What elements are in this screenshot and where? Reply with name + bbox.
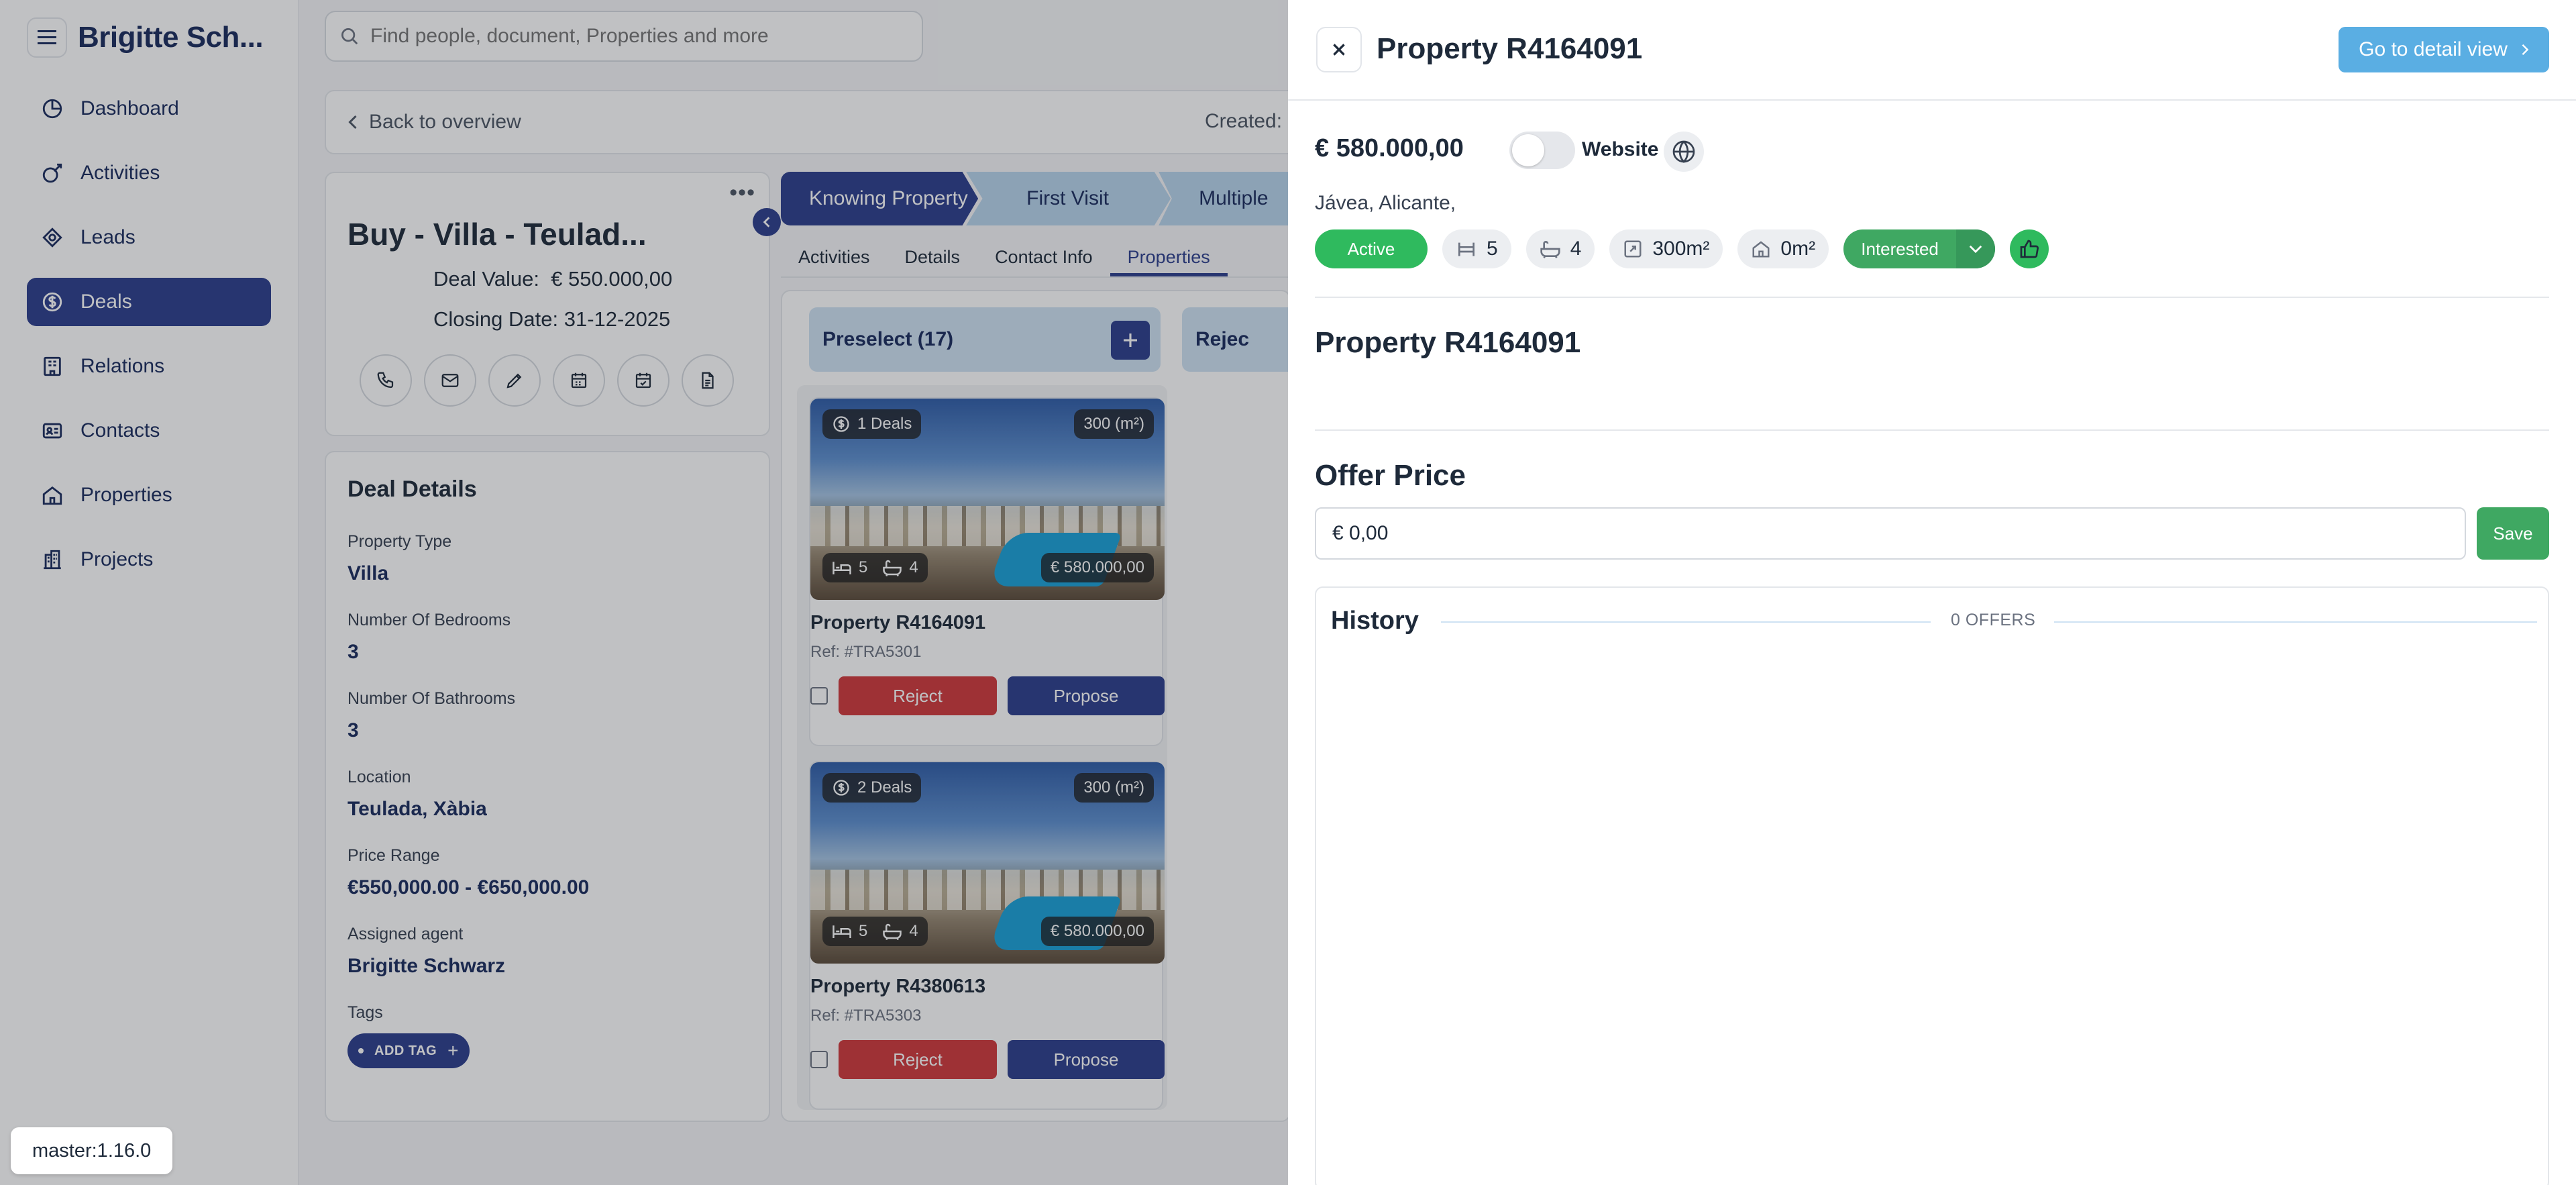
bathrooms-chip: 4 — [1525, 229, 1595, 268]
history-title: History — [1331, 607, 1419, 635]
property-location: Jávea, Alicante, — [1315, 192, 1456, 214]
divider — [1315, 297, 2549, 298]
chevron-right-icon — [2522, 44, 2529, 56]
offer-price-input[interactable]: € 0,00 — [1315, 507, 2466, 560]
beds-count: 5 — [1487, 238, 1498, 260]
detail-button-label: Go to detail view — [2359, 38, 2508, 60]
offer-price-heading: Offer Price — [1315, 459, 1466, 492]
divider — [1315, 429, 2549, 431]
thumbs-up-icon — [2020, 240, 2039, 258]
drawer-header: Property R4164091 Go to detail view — [1288, 0, 2576, 101]
property-price: € 580.000,00 — [1315, 134, 1464, 162]
property-attributes: Active 5 4 300m² 0m² Interested — [1315, 229, 2049, 268]
offers-count: 0 OFFERS — [1951, 611, 2036, 629]
home-icon — [1752, 241, 1770, 258]
baths-count: 4 — [1570, 238, 1582, 260]
drawer-title: Property R4164091 — [1377, 32, 1643, 65]
website-toggle[interactable] — [1509, 132, 1575, 169]
history-panel: History 0 OFFERS — [1315, 586, 2549, 1185]
plot-area-chip: 0m² — [1737, 229, 1829, 268]
like-button[interactable] — [2010, 229, 2049, 268]
website-link-button[interactable] — [1664, 132, 1704, 172]
built-area-chip: 300m² — [1609, 229, 1723, 268]
plot-area: 0m² — [1780, 238, 1816, 260]
status-badge: Active — [1315, 229, 1428, 268]
property-drawer: Property R4164091 Go to detail view € 58… — [1288, 0, 2576, 1185]
bedrooms-chip: 5 — [1442, 229, 1511, 268]
divider — [2054, 621, 2537, 623]
bed-icon — [1458, 242, 1474, 256]
property-heading: Property R4164091 — [1315, 326, 1581, 359]
area-icon — [1624, 240, 1642, 258]
go-to-detail-view-button[interactable]: Go to detail view — [2339, 27, 2549, 72]
globe-icon — [1672, 140, 1695, 163]
version-badge: master:1.16.0 — [11, 1127, 173, 1174]
divider — [1441, 621, 1931, 623]
interest-dropdown[interactable]: Interested — [1843, 229, 1996, 268]
interest-value: Interested — [1861, 238, 1939, 259]
website-label: Website — [1582, 138, 1659, 160]
save-offer-button[interactable]: Save — [2477, 507, 2549, 560]
bath-icon — [1540, 241, 1560, 258]
close-icon — [1333, 44, 1345, 56]
built-area: 300m² — [1652, 238, 1710, 260]
chevron-down-icon — [1969, 245, 1982, 254]
close-button[interactable] — [1316, 27, 1362, 72]
